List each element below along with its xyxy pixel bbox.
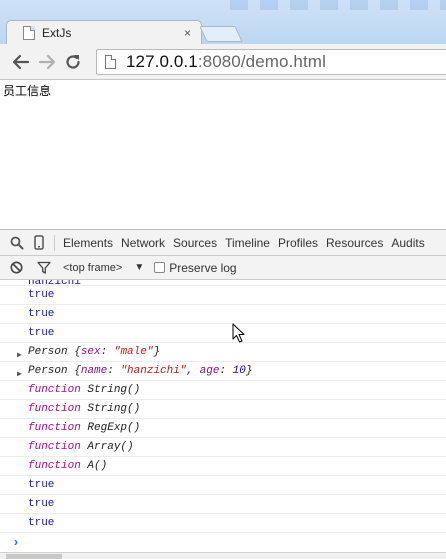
- preserve-log-checkbox[interactable]: [154, 262, 166, 273]
- inspect-element-icon: [10, 236, 24, 249]
- url-text: 127.0.0.1:8080/demo.html: [126, 52, 326, 72]
- console-function-line: function String(): [0, 400, 446, 419]
- console-function-line: function A(): [0, 457, 446, 476]
- object-open: {: [74, 365, 81, 377]
- background-window-strip: [230, 0, 446, 10]
- tab-title: ExtJs: [42, 25, 72, 40]
- inspect-element-button[interactable]: [6, 231, 28, 255]
- function-keyword: function: [28, 384, 81, 396]
- console-object-line[interactable]: ▶ Person {sex: "male"}: [0, 343, 446, 362]
- console-line: true: [0, 324, 446, 343]
- object-close: }: [245, 365, 253, 377]
- tab-timeline[interactable]: Timeline: [221, 230, 274, 256]
- url-path: :8080/demo.html: [197, 52, 326, 71]
- reload-button[interactable]: [60, 49, 86, 75]
- object-comma: ,: [186, 365, 200, 377]
- devtools-panel: Elements Network Sources Timeline Profil…: [0, 229, 446, 559]
- console-output: hanzichi true true true ▶ Person {sex: "…: [0, 280, 446, 553]
- function-name: A(): [87, 460, 108, 472]
- object-key: name: [80, 365, 108, 377]
- mouse-cursor-icon: [232, 323, 245, 343]
- page-viewport: 员工信息: [0, 81, 446, 229]
- new-tab-button[interactable]: [199, 26, 243, 42]
- clear-console-icon[interactable]: [10, 261, 23, 274]
- console-line: true: [0, 476, 446, 495]
- function-keyword: function: [28, 460, 81, 472]
- console-object-line[interactable]: ▶ Person {name: "hanzichi", age: 10}: [0, 362, 446, 381]
- function-name: RegExp(): [87, 422, 141, 434]
- preserve-log-label: Preserve log: [169, 260, 237, 275]
- object-value: "male": [113, 346, 154, 358]
- address-bar[interactable]: 127.0.0.1:8080/demo.html: [96, 49, 446, 75]
- browser-tab[interactable]: ExtJs ×: [6, 20, 202, 44]
- console-function-line: function Array(): [0, 438, 446, 457]
- function-keyword: function: [28, 403, 81, 415]
- console-function-line: function RegExp(): [0, 419, 446, 438]
- object-close: }: [153, 346, 161, 358]
- object-key: sex: [80, 346, 101, 358]
- function-name: String(): [87, 384, 141, 396]
- object-open: {: [74, 346, 81, 358]
- object-sep: :: [100, 346, 114, 358]
- console-line: true: [0, 495, 446, 514]
- console-prompt[interactable]: ›: [0, 533, 446, 553]
- devtools-tabbar: Elements Network Sources Timeline Profil…: [0, 230, 446, 256]
- function-keyword: function: [28, 422, 81, 434]
- object-sep: :: [219, 365, 233, 377]
- url-host: 127.0.0.1: [126, 52, 198, 71]
- device-mode-button[interactable]: [28, 231, 50, 255]
- reload-icon: [66, 54, 80, 69]
- horizontal-scrollbar[interactable]: [0, 552, 446, 559]
- back-button[interactable]: [8, 49, 34, 75]
- forward-button[interactable]: [34, 49, 60, 75]
- object-value: 10: [232, 365, 246, 377]
- device-mode-icon: [34, 235, 44, 250]
- console-line: true: [0, 305, 446, 324]
- object-key: age: [199, 365, 220, 377]
- console-function-line: function String(): [0, 381, 446, 400]
- browser-titlebar: ExtJs ×: [0, 0, 446, 44]
- function-name: Array(): [87, 441, 134, 453]
- tab-sources[interactable]: Sources: [169, 230, 221, 256]
- tab-profiles[interactable]: Profiles: [274, 230, 322, 256]
- prompt-chevron-icon: ›: [12, 535, 20, 550]
- chevron-down-icon[interactable]: ▼: [134, 262, 144, 273]
- console-line: true: [0, 286, 446, 305]
- back-arrow-icon: [12, 54, 30, 69]
- object-class: Person: [28, 346, 68, 358]
- tab-audits[interactable]: Audits: [387, 230, 428, 256]
- toolbar-separator: [54, 234, 55, 251]
- object-sep: :: [107, 365, 121, 377]
- scrollbar-thumb[interactable]: [6, 554, 62, 559]
- page-favicon-icon: [23, 25, 35, 40]
- frame-selector[interactable]: <top frame>: [63, 262, 122, 274]
- function-name: String(): [87, 403, 141, 415]
- tab-elements[interactable]: Elements: [59, 230, 117, 256]
- forward-arrow-icon: [38, 54, 56, 69]
- tab-network[interactable]: Network: [117, 230, 169, 256]
- tab-resources[interactable]: Resources: [322, 230, 387, 256]
- tab-close-icon[interactable]: ×: [184, 26, 191, 40]
- console-toolbar: <top frame> ▼ Preserve log: [0, 256, 446, 280]
- object-value: "hanzichi": [120, 365, 187, 377]
- console-line: true: [0, 514, 446, 533]
- object-class: Person: [28, 365, 68, 377]
- browser-toolbar: 127.0.0.1:8080/demo.html: [0, 44, 446, 80]
- filter-icon[interactable]: [37, 261, 51, 274]
- page-info-icon[interactable]: [105, 55, 116, 69]
- function-keyword: function: [28, 441, 81, 453]
- page-heading: 员工信息: [3, 84, 52, 98]
